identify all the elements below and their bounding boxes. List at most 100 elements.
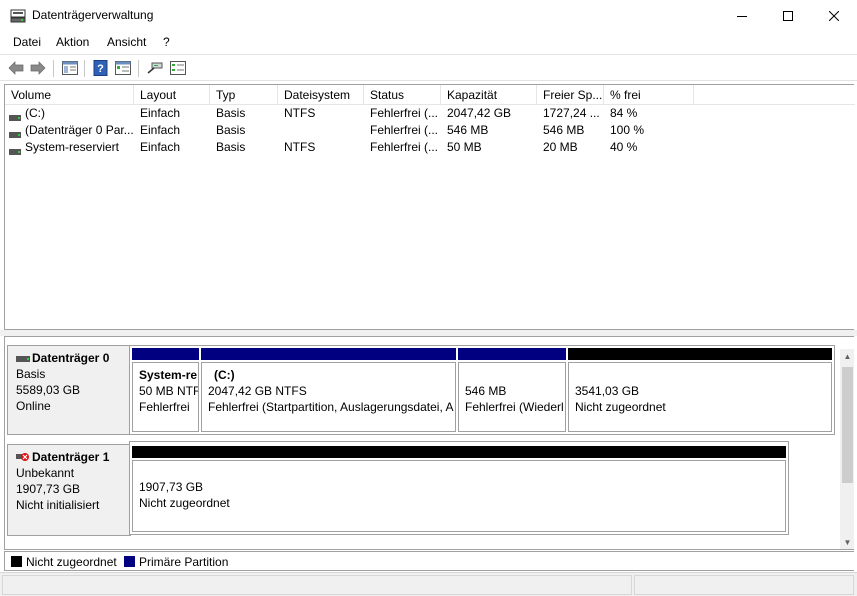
partition-body: 3541,03 GB Nicht zugeordnet bbox=[568, 362, 832, 432]
partition-size: 546 MB bbox=[465, 384, 507, 398]
list-view-button[interactable] bbox=[169, 59, 187, 77]
menu-bar: Datei Aktion Ansicht ? bbox=[0, 31, 857, 53]
legend: Nicht zugeordnet Primäre Partition bbox=[4, 551, 854, 571]
menu-datei[interactable]: Datei bbox=[13, 35, 41, 49]
window-title: Datenträgerverwaltung bbox=[32, 8, 154, 22]
partition-size: 3541,03 GB bbox=[575, 384, 640, 398]
show-hide-tree-button[interactable] bbox=[61, 59, 79, 77]
cell-status: Fehlerfrei (... bbox=[370, 140, 439, 154]
partition-size: 1907,73 GB bbox=[139, 480, 204, 494]
cell-volume: System-reserviert bbox=[25, 140, 120, 154]
partition-body: 1907,73 GB Nicht zugeordnet bbox=[132, 460, 786, 532]
status-segment bbox=[634, 575, 854, 595]
menu-aktion[interactable]: Aktion bbox=[56, 35, 89, 49]
disk-0-state: Online bbox=[16, 399, 51, 413]
cell-filesystem: NTFS bbox=[284, 106, 316, 120]
disk-0-type: Basis bbox=[16, 367, 46, 381]
properties-button[interactable] bbox=[114, 59, 132, 77]
disk-1-name: Datenträger 1 bbox=[32, 450, 110, 464]
help-button[interactable]: ? bbox=[92, 59, 110, 77]
status-segment bbox=[2, 575, 632, 595]
toolbar-separator bbox=[53, 60, 54, 77]
scroll-down-icon[interactable]: ▼ bbox=[840, 535, 854, 549]
column-header-filesystem[interactable]: Dateisystem bbox=[278, 85, 364, 104]
help-icon: ? bbox=[93, 60, 108, 76]
show-hide-tree-icon bbox=[62, 61, 78, 75]
close-button[interactable] bbox=[811, 0, 857, 31]
maximize-button[interactable] bbox=[765, 0, 811, 31]
partition-system-reserved[interactable]: System-re 50 MB NTF Fehlerfrei bbox=[132, 348, 199, 432]
disk-1-type: Unbekannt bbox=[16, 466, 75, 480]
column-header-status[interactable]: Status bbox=[364, 85, 441, 104]
partition-unallocated[interactable]: 3541,03 GB Nicht zugeordnet bbox=[568, 348, 832, 432]
partition-body: System-re 50 MB NTF Fehlerfrei bbox=[132, 362, 199, 432]
partition-body: 546 MB Fehlerfrei (Wiederl bbox=[458, 362, 566, 432]
cell-free-space: 546 MB bbox=[543, 123, 585, 137]
minimize-button[interactable] bbox=[719, 0, 765, 31]
table-row[interactable]: System-reserviert Einfach Basis NTFS Feh… bbox=[5, 139, 855, 156]
title-bar[interactable]: Datenträgerverwaltung bbox=[0, 0, 857, 31]
cell-percent-free: 100 % bbox=[610, 123, 645, 137]
cell-status: Fehlerfrei (... bbox=[370, 106, 439, 120]
partition-status: Fehlerfrei (Startpartition, Auslagerungs… bbox=[208, 400, 454, 414]
back-button[interactable] bbox=[7, 59, 25, 77]
partition-recovery[interactable]: 546 MB Fehlerfrei (Wiederl bbox=[458, 348, 566, 432]
partition-body: (C:) 2047,42 GB NTFS Fehlerfrei (Startpa… bbox=[201, 362, 456, 432]
partition-bar-primary bbox=[458, 348, 566, 360]
menu-ansicht[interactable]: Ansicht bbox=[107, 35, 146, 49]
partition-bar-primary bbox=[201, 348, 456, 360]
disk-icon bbox=[16, 356, 30, 362]
disk-0-name-row: Datenträger 0 bbox=[16, 350, 129, 366]
menu-help[interactable]: ? bbox=[163, 35, 170, 49]
column-header-layout[interactable]: Layout bbox=[134, 85, 210, 104]
cell-volume: (C:) bbox=[25, 106, 45, 120]
partition-bar-primary bbox=[132, 348, 199, 360]
column-header-free-space[interactable]: Freier Sp... bbox=[537, 85, 604, 104]
table-row[interactable]: (C:) Einfach Basis NTFS Fehlerfrei (... … bbox=[5, 105, 855, 122]
scroll-up-icon[interactable]: ▲ bbox=[840, 349, 854, 363]
disk-1-name-row: Datenträger 1 bbox=[16, 449, 129, 465]
forward-button[interactable] bbox=[29, 59, 47, 77]
cell-capacity: 546 MB bbox=[447, 123, 489, 137]
table-row[interactable]: (Datenträger 0 Par... Einfach Basis Fehl… bbox=[5, 122, 855, 139]
legend-label-unallocated: Nicht zugeordnet bbox=[26, 555, 117, 569]
column-header-volume[interactable]: Volume bbox=[5, 85, 134, 104]
legend-swatch-unallocated bbox=[11, 556, 22, 567]
disk-0-partitions: System-re 50 MB NTF Fehlerfrei (C:) 2047… bbox=[129, 345, 835, 435]
partition-c[interactable]: (C:) 2047,42 GB NTFS Fehlerfrei (Startpa… bbox=[201, 348, 456, 432]
list-view-icon bbox=[170, 61, 186, 75]
cell-volume: (Datenträger 0 Par... bbox=[25, 123, 134, 137]
disk-1-size: 1907,73 GB bbox=[16, 482, 81, 496]
properties-icon bbox=[115, 61, 131, 75]
cell-percent-free: 84 % bbox=[610, 106, 638, 120]
scroll-thumb[interactable] bbox=[842, 367, 853, 483]
partition-status: Nicht zugeordnet bbox=[575, 400, 666, 414]
cell-layout: Einfach bbox=[140, 123, 181, 137]
toolbar-separator bbox=[138, 60, 139, 77]
connect-button[interactable] bbox=[146, 59, 164, 77]
cell-capacity: 2047,42 GB bbox=[447, 106, 512, 120]
partition-status: Fehlerfrei (Wiederl bbox=[465, 400, 564, 414]
connect-icon bbox=[147, 62, 163, 74]
partition-bar-unallocated bbox=[132, 446, 786, 458]
volume-list[interactable]: Volume Layout Typ Dateisystem Status Kap… bbox=[4, 84, 855, 330]
column-header-percent-free[interactable]: % frei bbox=[604, 85, 694, 104]
column-header-capacity[interactable]: Kapazität bbox=[441, 85, 537, 104]
partition-title bbox=[465, 367, 565, 383]
disk-1-label[interactable]: Datenträger 1 Unbekannt 1907,73 GB Nicht… bbox=[7, 444, 131, 536]
legend-label-primary: Primäre Partition bbox=[139, 555, 229, 569]
partition-unallocated[interactable]: 1907,73 GB Nicht zugeordnet bbox=[132, 446, 786, 532]
disk-view-scrollbar[interactable]: ▲ ▼ bbox=[840, 349, 854, 549]
column-header-type[interactable]: Typ bbox=[210, 85, 278, 104]
partition-bar-unallocated bbox=[568, 348, 832, 360]
status-bar bbox=[0, 572, 857, 596]
toolbar: ? bbox=[0, 54, 857, 81]
disk-management-icon bbox=[10, 9, 26, 23]
forward-icon bbox=[30, 61, 46, 75]
disk-0-label[interactable]: Datenträger 0 Basis 5589,03 GB Online bbox=[7, 345, 131, 435]
cell-percent-free: 40 % bbox=[610, 140, 638, 154]
legend-swatch-primary bbox=[124, 556, 135, 567]
close-icon bbox=[829, 10, 839, 21]
cell-layout: Einfach bbox=[140, 106, 181, 120]
cell-free-space: 1727,24 ... bbox=[543, 106, 600, 120]
